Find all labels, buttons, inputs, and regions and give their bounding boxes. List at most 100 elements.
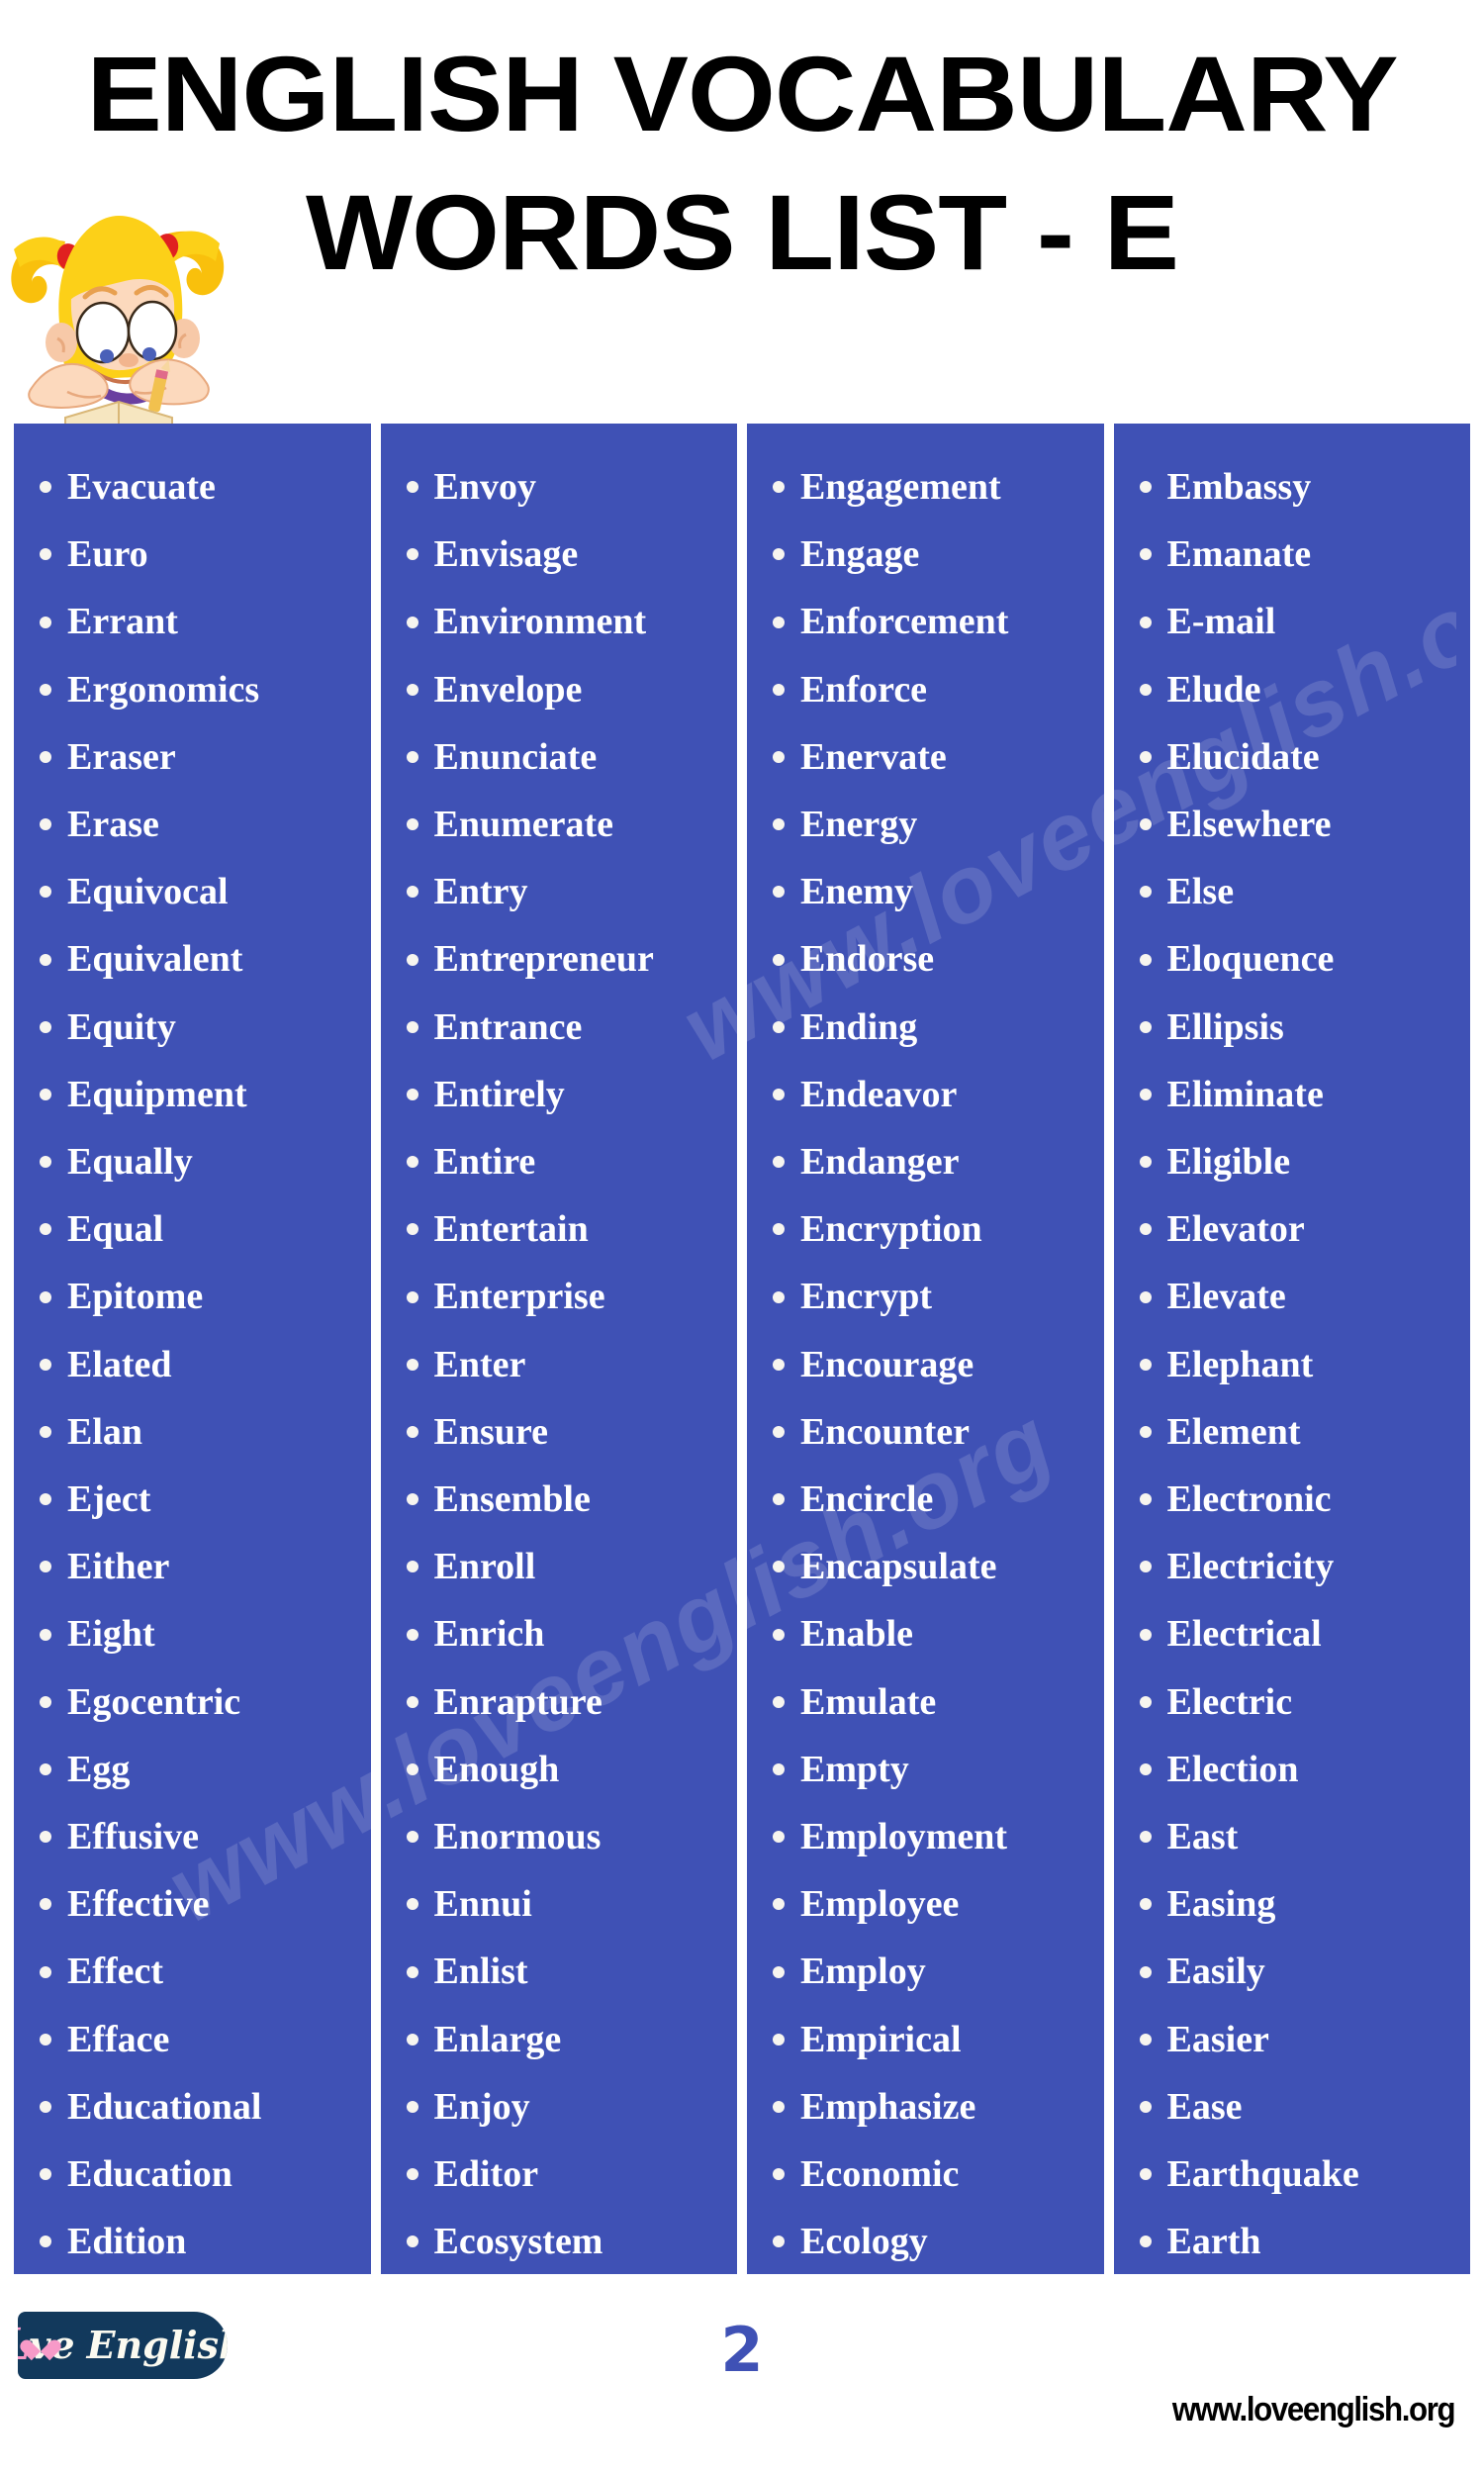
word-list-item: Engagement — [759, 453, 1096, 521]
bullet-icon — [1139, 2168, 1152, 2181]
word-column-3: Engagement Engage Enforcement Enforce Enerva… — [747, 424, 1104, 2274]
bullet-icon — [773, 1156, 785, 1169]
word-label: Enormous — [433, 1816, 602, 1858]
word-label: E-mail — [1166, 601, 1276, 643]
word-label: Encapsulate — [800, 1546, 997, 1588]
word-list-item: Equivocal — [26, 858, 363, 925]
word-list-item: Elevator — [1126, 1195, 1463, 1263]
bullet-icon — [1139, 683, 1152, 696]
bullet-icon — [1139, 1358, 1152, 1371]
word-label: Erase — [67, 804, 159, 846]
bullet-icon — [406, 2168, 418, 2181]
bullet-icon — [1139, 1088, 1152, 1100]
word-list-item: Ease — [1126, 2073, 1463, 2141]
word-label: Ennui — [433, 1883, 532, 1926]
bullet-icon — [406, 1088, 418, 1100]
bullet-icon — [40, 1425, 51, 1438]
word-list-item: Enough — [393, 1736, 730, 1803]
word-label: Encircle — [800, 1478, 934, 1521]
bullet-icon — [40, 1695, 51, 1708]
word-label: Enroll — [433, 1546, 536, 1588]
bullet-icon — [1139, 750, 1152, 763]
word-label: Evacuate — [67, 466, 216, 508]
word-list-item: Ecology — [759, 2208, 1096, 2275]
word-label: Elude — [1166, 668, 1261, 711]
word-list-item: Employ — [759, 1938, 1096, 2005]
bullet-icon — [40, 1561, 51, 1573]
bullet-icon — [1139, 953, 1152, 966]
bullet-icon — [773, 1358, 785, 1371]
word-label: Envelope — [433, 668, 583, 711]
word-list-item: Editor — [393, 2141, 730, 2208]
word-label: Empty — [800, 1748, 909, 1790]
word-label: Emulate — [800, 1680, 937, 1723]
word-list-1: Evacuate Euro Errant Ergonomics Eraser Erase E… — [26, 453, 363, 2275]
bullet-icon — [773, 683, 785, 696]
word-label: Ergonomics — [67, 668, 260, 711]
word-label: Encryption — [800, 1208, 982, 1251]
bullet-icon — [40, 1020, 51, 1033]
word-label: East — [1166, 1816, 1239, 1858]
word-label: Enlist — [433, 1951, 528, 1993]
bullet-icon — [773, 2168, 785, 2181]
word-label: Enlarge — [433, 2018, 562, 2060]
word-list-item: Easily — [1126, 1938, 1463, 2005]
word-label: Eraser — [67, 735, 176, 778]
word-label: Enumerate — [433, 804, 614, 846]
bullet-icon — [406, 1493, 418, 1506]
word-label: Entrance — [433, 1005, 583, 1048]
word-list-4: Embassy Emanate E-mail Elude Elucidate Elsewh… — [1126, 453, 1463, 2275]
word-list-item: Envisage — [393, 521, 730, 588]
word-list-item: Earthquake — [1126, 2141, 1463, 2208]
word-list-item: Easing — [1126, 1870, 1463, 1938]
word-label: Electric — [1166, 1680, 1293, 1723]
word-list-item: Educational — [26, 2073, 363, 2141]
word-list-item: Ellipsis — [1126, 994, 1463, 1061]
bullet-icon — [40, 1358, 51, 1371]
word-list-item: Ending — [759, 994, 1096, 1061]
word-list-item: Ecosystem — [393, 2208, 730, 2275]
word-label: Entry — [433, 871, 528, 913]
bullet-icon — [40, 2168, 51, 2181]
bullet-icon — [1139, 1965, 1152, 1978]
bullet-icon — [1139, 2100, 1152, 2113]
word-list-item: Equal — [26, 1195, 363, 1263]
bullet-icon — [40, 750, 51, 763]
word-list-item: Enrich — [393, 1600, 730, 1667]
bullet-icon — [406, 1020, 418, 1033]
bullet-icon — [406, 1762, 418, 1775]
word-label: Enforce — [800, 668, 928, 711]
word-list-item: Enrapture — [393, 1668, 730, 1736]
bullet-icon — [406, 1156, 418, 1169]
word-list-item: Egocentric — [26, 1668, 363, 1736]
bullet-icon — [1139, 1831, 1152, 1844]
bullet-icon — [40, 1898, 51, 1911]
word-label: Enemy — [800, 871, 913, 913]
bullet-icon — [1139, 1156, 1152, 1169]
page-title-line-1: ENGLISH VOCABULARY — [86, 34, 1398, 153]
word-list-item: Embassy — [1126, 453, 1463, 521]
word-label: Election — [1166, 1748, 1299, 1790]
site-url[interactable]: www.loveenglish.org — [1172, 2391, 1456, 2429]
word-label: Ensure — [433, 1410, 548, 1453]
word-label: Entertain — [433, 1208, 589, 1251]
bullet-icon — [1139, 1898, 1152, 1911]
word-label: Enjoy — [433, 2085, 530, 2128]
bullet-icon — [40, 1290, 51, 1303]
bullet-icon — [1139, 2236, 1152, 2248]
bullet-icon — [40, 683, 51, 696]
bullet-icon — [406, 1831, 418, 1844]
word-label: Encourage — [800, 1343, 974, 1385]
word-label: Economic — [800, 2153, 960, 2196]
bullet-icon — [40, 1493, 51, 1506]
bullet-icon — [406, 818, 418, 831]
bullet-icon — [406, 1358, 418, 1371]
word-label: Endeavor — [800, 1073, 958, 1115]
bullet-icon — [40, 1223, 51, 1236]
word-label: Eject — [67, 1478, 151, 1521]
word-list-item: Errant — [26, 588, 363, 655]
bullet-icon — [1139, 616, 1152, 628]
bullet-icon — [406, 683, 418, 696]
word-label: Enrapture — [433, 1680, 603, 1723]
bullet-icon — [406, 1965, 418, 1978]
